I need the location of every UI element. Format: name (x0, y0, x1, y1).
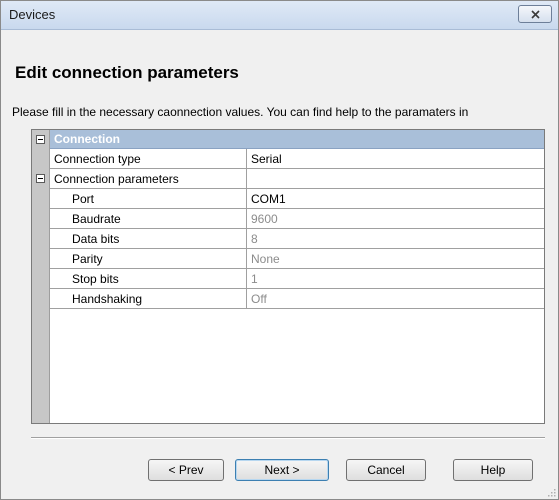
instructions-text: Please fill in the necessary caonnection… (12, 105, 469, 119)
next-button[interactable]: Next > (235, 459, 329, 481)
prev-button[interactable]: < Prev (148, 459, 224, 481)
property-row-data-bits[interactable]: Data bits 8 (32, 229, 544, 249)
window-title: Devices (9, 7, 56, 22)
collapse-icon[interactable] (36, 135, 45, 144)
property-row-port[interactable]: Port COM1 (32, 189, 544, 209)
property-grid[interactable]: Connection Connection type Serial Connec… (31, 129, 545, 424)
property-name: Stop bits (50, 269, 247, 289)
title-bar[interactable]: Devices (1, 1, 558, 30)
property-value[interactable]: Off (247, 289, 544, 309)
property-row-connection-parameters[interactable]: Connection parameters (32, 169, 544, 189)
help-button[interactable]: Help (453, 459, 533, 481)
property-name: Baudrate (50, 209, 247, 229)
property-row-handshaking[interactable]: Handshaking Off (32, 289, 544, 309)
collapse-icon[interactable] (36, 174, 45, 183)
devices-dialog: Devices Edit connection parameters Pleas… (0, 0, 559, 500)
property-row-stop-bits[interactable]: Stop bits 1 (32, 269, 544, 289)
category-row-connection[interactable]: Connection (32, 130, 544, 150)
property-value[interactable]: None (247, 249, 544, 269)
property-value[interactable]: Serial (247, 149, 544, 169)
property-name: Parity (50, 249, 247, 269)
property-value[interactable]: COM1 (247, 189, 544, 209)
property-row-parity[interactable]: Parity None (32, 249, 544, 269)
category-label: Connection (50, 130, 544, 149)
property-name: Data bits (50, 229, 247, 249)
property-name: Connection parameters (50, 169, 247, 189)
property-name: Connection type (50, 149, 247, 169)
page-heading: Edit connection parameters (15, 63, 239, 82)
property-value[interactable]: 9600 (247, 209, 544, 229)
property-row-baudrate[interactable]: Baudrate 9600 (32, 209, 544, 229)
close-button[interactable] (518, 5, 552, 23)
property-value[interactable]: 1 (247, 269, 544, 289)
property-value[interactable] (247, 169, 544, 189)
property-name: Handshaking (50, 289, 247, 309)
resize-grip-icon[interactable] (546, 487, 556, 497)
property-row-connection-type[interactable]: Connection type Serial (32, 149, 544, 169)
separator-line (31, 437, 545, 439)
property-name: Port (50, 189, 247, 209)
cancel-button[interactable]: Cancel (346, 459, 426, 481)
close-icon (530, 9, 540, 19)
property-value[interactable]: 8 (247, 229, 544, 249)
